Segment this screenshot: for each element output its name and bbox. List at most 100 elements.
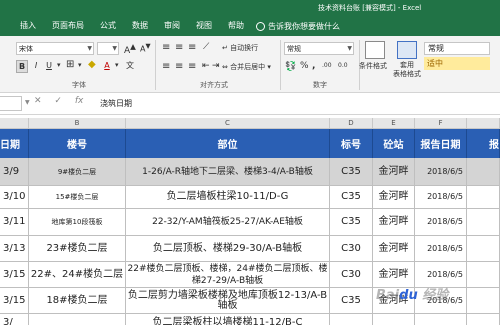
font-color-button[interactable]: A xyxy=(102,60,112,71)
header-report-date[interactable]: 报告日期 xyxy=(415,129,467,158)
header-next-column[interactable]: 报 xyxy=(467,129,500,158)
cell-date[interactable]: 3/10 xyxy=(0,186,29,209)
column-header-c[interactable]: C xyxy=(126,118,330,129)
name-box[interactable] xyxy=(0,96,22,111)
cell-empty[interactable] xyxy=(467,186,500,209)
name-box-dropdown-icon[interactable]: ▼ xyxy=(25,99,30,106)
cell-grade[interactable]: C35 xyxy=(330,158,373,186)
cell-date[interactable]: 3/ xyxy=(0,314,29,325)
cell-station[interactable] xyxy=(373,314,415,325)
cell-part[interactable]: 负二层墙板柱梁10-11/D-G xyxy=(126,186,330,209)
tab-formulas[interactable]: 公式 xyxy=(92,16,124,36)
percent-button[interactable]: % xyxy=(300,61,309,71)
fill-color-icon[interactable]: ◆ xyxy=(88,59,96,70)
cell-station[interactable]: 金河畔 xyxy=(373,186,415,209)
cell-empty[interactable] xyxy=(467,158,500,186)
cell-date[interactable]: 3/11 xyxy=(0,209,29,236)
chevron-down-icon[interactable]: ▾ xyxy=(78,61,82,69)
cell-part[interactable]: 负二层剪力墙梁板楼梯及地库顶板12-13/A-B轴板 xyxy=(126,288,330,314)
cell-floor[interactable]: 9#楼负二层 xyxy=(29,158,126,186)
number-format-select[interactable]: 常规 ▼ xyxy=(284,42,354,55)
cell-report[interactable]: 2018/6/5 xyxy=(415,209,467,236)
cell-date[interactable]: 3/13 xyxy=(0,236,29,262)
column-header-b[interactable]: B xyxy=(29,118,126,129)
cell-empty[interactable] xyxy=(467,236,500,262)
cell-empty[interactable] xyxy=(467,314,500,325)
cancel-icon[interactable]: ✕ xyxy=(34,96,42,106)
cell-station[interactable]: 金河畔 xyxy=(373,209,415,236)
header-grade[interactable]: 标号 xyxy=(330,129,373,158)
grow-font-icon[interactable]: A▲ xyxy=(124,42,136,56)
align-middle-icon[interactable]: ≡ xyxy=(175,42,183,53)
decrease-indent-icon[interactable]: ⇤ xyxy=(202,61,210,71)
tab-insert[interactable]: 插入 xyxy=(0,16,44,36)
phonetic-button[interactable]: 文 xyxy=(125,60,135,71)
cell-part[interactable]: 负二层顶板、楼梯29-30/A-B轴板 xyxy=(126,236,330,262)
orientation-icon[interactable]: ⟋ xyxy=(203,42,209,52)
comma-button[interactable]: , xyxy=(312,61,315,71)
cell-empty[interactable] xyxy=(467,209,500,236)
column-header-g[interactable] xyxy=(467,118,500,129)
formula-input[interactable]: 浇筑日期 xyxy=(100,98,132,109)
tab-review[interactable]: 审阅 xyxy=(156,16,188,36)
chevron-down-icon[interactable]: ▾ xyxy=(57,61,61,69)
align-left-icon[interactable]: ≡ xyxy=(162,61,170,72)
cell-grade[interactable]: C35 xyxy=(330,186,373,209)
cell-part[interactable]: 负二层梁板柱以墙楼梯11-12/B-C xyxy=(126,314,330,325)
cell-floor[interactable]: 15#楼负二层 xyxy=(29,186,126,209)
cell-date[interactable]: 3/15 xyxy=(0,262,29,288)
conditional-format-button[interactable]: 条件格式 xyxy=(359,61,387,71)
font-name-select[interactable]: 宋体 ▼ xyxy=(16,42,94,55)
cell-report[interactable] xyxy=(415,314,467,325)
increase-decimal-button[interactable]: .00 xyxy=(322,62,332,69)
cell-date[interactable]: 3/15 xyxy=(0,288,29,314)
header-station[interactable]: 砼站 xyxy=(373,129,415,158)
align-top-icon[interactable]: ≡ xyxy=(162,42,170,53)
style-neutral-cell[interactable]: 适中 xyxy=(424,57,490,70)
cell-report[interactable]: 2018/6/5 xyxy=(415,158,467,186)
align-center-icon[interactable]: ≡ xyxy=(175,61,183,72)
confirm-icon[interactable]: ✓ xyxy=(54,96,62,106)
align-bottom-icon[interactable]: ≡ xyxy=(188,42,196,53)
cell-part[interactable]: 22-32/Y-AM轴筏板25-27/AK-AE轴板 xyxy=(126,209,330,236)
tab-view[interactable]: 视图 xyxy=(188,16,220,36)
cell-empty[interactable] xyxy=(467,288,500,314)
cell-floor[interactable]: 22#、24#楼负二层 xyxy=(29,262,126,288)
cell-grade[interactable]: C35 xyxy=(330,288,373,314)
column-header-e[interactable]: E xyxy=(373,118,415,129)
cell-grade[interactable] xyxy=(330,314,373,325)
cell-empty[interactable] xyxy=(467,262,500,288)
bold-button[interactable]: B xyxy=(16,60,28,73)
align-right-icon[interactable]: ≡ xyxy=(188,61,196,72)
merge-center-button[interactable]: ⇔ 合并后居中 ▾ xyxy=(222,62,271,72)
cell-grade[interactable]: C35 xyxy=(330,209,373,236)
cell-floor[interactable]: 地库第10段筏板 xyxy=(29,209,126,236)
currency-icon[interactable]: 💱 xyxy=(285,62,296,72)
header-part[interactable]: 部位 xyxy=(126,129,330,158)
cell-date[interactable]: 3/9 xyxy=(0,158,29,186)
cell-station[interactable]: 金河畔 xyxy=(373,158,415,186)
cell-part[interactable]: 22#楼负二层顶板、楼梯，24#楼负二层顶板、楼梯27-29/A-B轴板 xyxy=(126,262,330,288)
conditional-format-icon[interactable] xyxy=(365,41,385,59)
cell-grade[interactable]: C30 xyxy=(330,236,373,262)
cell-floor[interactable] xyxy=(29,314,126,325)
borders-icon[interactable]: ⊞ xyxy=(66,59,74,70)
cell-report[interactable]: 2018/6/5 xyxy=(415,186,467,209)
table-format-button[interactable]: 套用 表格格式 xyxy=(393,61,421,79)
decrease-decimal-button[interactable]: 0.0 xyxy=(338,62,348,69)
tab-data[interactable]: 数据 xyxy=(124,16,156,36)
cell-station[interactable]: 金河畔 xyxy=(373,236,415,262)
cell-floor[interactable]: 23#楼负二层 xyxy=(29,236,126,262)
underline-button[interactable]: U xyxy=(44,60,54,71)
column-header-a[interactable] xyxy=(0,118,29,129)
tab-help[interactable]: 帮助 xyxy=(220,16,252,36)
cell-part[interactable]: 1-26/A-R轴地下二层梁、楼梯3-4/A-B轴板 xyxy=(126,158,330,186)
shrink-font-icon[interactable]: A▼ xyxy=(140,42,151,54)
header-floor[interactable]: 楼号 xyxy=(29,129,126,158)
column-header-d[interactable]: D xyxy=(330,118,373,129)
cell-grade[interactable]: C30 xyxy=(330,262,373,288)
tab-page-layout[interactable]: 页面布局 xyxy=(44,16,92,36)
italic-button[interactable]: I xyxy=(31,60,41,71)
chevron-down-icon[interactable]: ▾ xyxy=(115,61,119,69)
increase-indent-icon[interactable]: ⇥ xyxy=(212,61,220,71)
